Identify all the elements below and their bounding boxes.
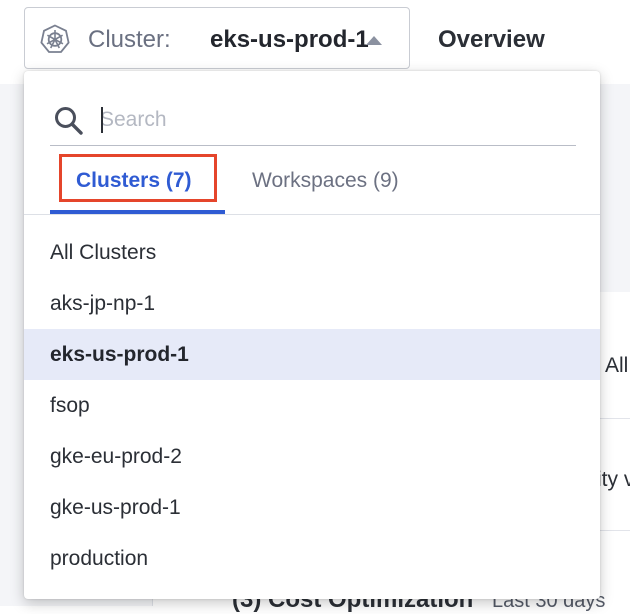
- cluster-dropdown: Clusters (7) Workspaces (9) All Clusters…: [24, 71, 600, 599]
- active-tab-indicator: [50, 210, 225, 214]
- cluster-item-gke-eu-prod-2[interactable]: gke-eu-prod-2: [24, 431, 600, 482]
- cluster-item-gke-us-prod-1[interactable]: gke-us-prod-1: [24, 482, 600, 533]
- tab-workspaces[interactable]: Workspaces (9): [252, 169, 399, 193]
- cluster-list: All Clusters aks-jp-np-1 eks-us-prod-1 f…: [24, 227, 600, 584]
- search-input[interactable]: [100, 105, 560, 135]
- caret-up-icon: [366, 36, 382, 45]
- background-text-fragment: ity v: [597, 468, 630, 491]
- tab-overview[interactable]: Overview: [438, 26, 545, 54]
- text-cursor: [101, 107, 103, 133]
- cluster-label: Cluster:: [88, 26, 171, 53]
- cluster-item-production[interactable]: production: [24, 533, 600, 584]
- cluster-item-all-clusters[interactable]: All Clusters: [24, 227, 600, 278]
- search-box: [50, 99, 576, 146]
- cluster-item-aks-jp-np-1[interactable]: aks-jp-np-1: [24, 278, 600, 329]
- kubernetes-icon: [40, 24, 70, 53]
- annotation-highlight: [59, 154, 217, 202]
- cluster-value: eks-us-prod-1: [210, 26, 369, 53]
- cluster-item-fsop[interactable]: fsop: [24, 380, 600, 431]
- cluster-selector[interactable]: Cluster: eks-us-prod-1: [24, 7, 410, 69]
- cluster-item-eks-us-prod-1[interactable]: eks-us-prod-1: [24, 329, 600, 380]
- background-text-all: All: [605, 354, 629, 377]
- search-icon: [55, 107, 83, 135]
